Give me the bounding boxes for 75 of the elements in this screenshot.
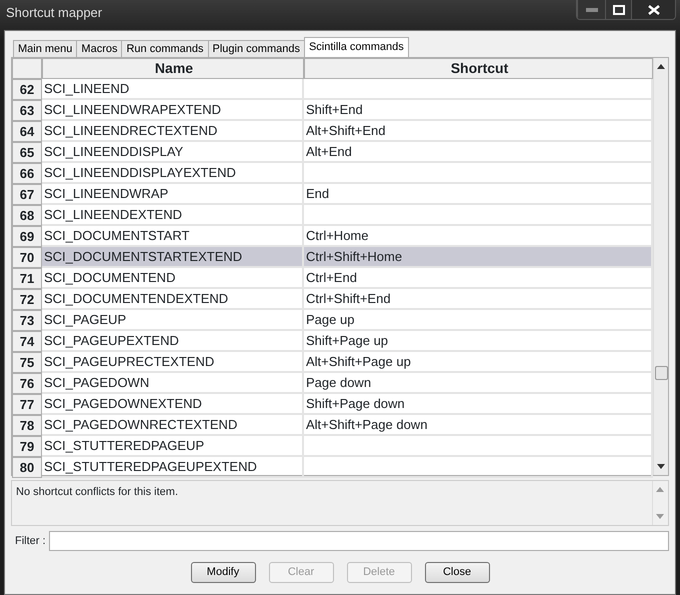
- empty-shortcut-cell[interactable]: [304, 205, 653, 226]
- tab[interactable]: Scintilla commands: [304, 37, 409, 57]
- conflicts-message: No shortcut conflicts for this item.: [15, 485, 179, 500]
- scroll-down-icon[interactable]: [657, 464, 665, 469]
- scrollbar[interactable]: [653, 58, 668, 475]
- row-number: 79: [12, 436, 42, 457]
- command-name[interactable]: SCI_DOCUMENTEND: [42, 268, 304, 289]
- tab[interactable]: Plugin commands: [208, 40, 305, 57]
- tab[interactable]: Run commands: [121, 40, 209, 57]
- shortcut-cell[interactable]: Alt+End: [304, 142, 653, 163]
- command-name[interactable]: SCI_STUTTEREDPAGEUP: [42, 436, 304, 457]
- row-number: 69: [12, 226, 42, 247]
- close-icon[interactable]: [631, 0, 675, 19]
- command-name[interactable]: SCI_PAGEUPRECTEXTEND: [42, 352, 304, 373]
- shortcut-cell[interactable]: Alt+Shift+End: [304, 121, 653, 142]
- tab[interactable]: Main menu: [13, 40, 78, 57]
- shortcut-cell[interactable]: Page up: [304, 310, 653, 331]
- dialog-button[interactable]: Close: [424, 562, 490, 583]
- window-title: Shortcut mapper: [5, 4, 104, 22]
- row-number: 80: [12, 457, 42, 478]
- row-number: 78: [12, 415, 42, 436]
- empty-shortcut-cell[interactable]: [304, 163, 653, 184]
- row-number: 71: [12, 268, 42, 289]
- command-name[interactable]: SCI_PAGEDOWN: [42, 373, 304, 394]
- row-number: 65: [12, 142, 42, 163]
- row-number: 62: [12, 79, 42, 100]
- command-name[interactable]: SCI_PAGEDOWNRECTEXTEND: [42, 415, 304, 436]
- row-number: 63: [12, 100, 42, 121]
- row-number: 76: [12, 373, 42, 394]
- shortcut-cell[interactable]: Alt+Shift+Page up: [304, 352, 653, 373]
- command-name[interactable]: SCI_LINEENDDISPLAYEXTEND: [42, 163, 304, 184]
- row-number: 75: [12, 352, 42, 373]
- shortcut-cell[interactable]: Ctrl+Shift+End: [304, 289, 653, 310]
- scroll-thumb[interactable]: [655, 366, 668, 380]
- command-name[interactable]: SCI_DOCUMENTENDEXTEND: [42, 289, 304, 310]
- filter-field[interactable]: [48, 531, 669, 551]
- row-number: 68: [12, 205, 42, 226]
- empty-shortcut-cell[interactable]: [304, 79, 653, 100]
- command-name[interactable]: SCI_LINEENDDISPLAY: [42, 142, 304, 163]
- shortcut-cell[interactable]: Page down: [304, 373, 653, 394]
- shortcut-cell[interactable]: End: [304, 184, 653, 205]
- empty-shortcut-cell[interactable]: [304, 457, 653, 478]
- row-number: 73: [12, 310, 42, 331]
- row-number: 67: [12, 184, 42, 205]
- tab[interactable]: Macros: [76, 40, 122, 57]
- shortcut-cell[interactable]: Shift+Page down: [304, 394, 653, 415]
- command-name[interactable]: SCI_PAGEUPEXTEND: [42, 331, 304, 352]
- command-name[interactable]: SCI_LINEENDWRAP: [42, 184, 304, 205]
- command-name[interactable]: SCI_DOCUMENTSTARTEXTEND: [42, 247, 304, 268]
- command-name[interactable]: SCI_LINEENDRECTEXTEND: [42, 121, 304, 142]
- shortcut-cell[interactable]: Ctrl+End: [304, 268, 653, 289]
- row-number: 66: [12, 163, 42, 184]
- command-name[interactable]: SCI_STUTTEREDPAGEUPEXTEND: [42, 457, 304, 478]
- empty-shortcut-cell[interactable]: [304, 436, 653, 457]
- row-number: 64: [12, 121, 42, 142]
- shortcut-cell[interactable]: Shift+End: [304, 100, 653, 121]
- row-number: 74: [12, 331, 42, 352]
- row-number: 72: [12, 289, 42, 310]
- shortcut-cell[interactable]: Alt+Shift+Page down: [304, 415, 653, 436]
- minimize-icon[interactable]: [577, 0, 605, 19]
- command-name[interactable]: SCI_LINEENDEXTEND: [42, 205, 304, 226]
- command-name[interactable]: SCI_LINEENDWRAPEXTEND: [42, 100, 304, 121]
- row-number: 70: [12, 247, 42, 268]
- command-name[interactable]: SCI_PAGEDOWNEXTEND: [42, 394, 304, 415]
- scroll-up-icon[interactable]: [657, 64, 665, 69]
- dialog-button[interactable]: Modify: [190, 562, 256, 583]
- command-name[interactable]: SCI_PAGEUP: [42, 310, 304, 331]
- shortcut-cell[interactable]: Shift+Page up: [304, 331, 653, 352]
- column-header[interactable]: Name: [42, 58, 304, 79]
- command-name[interactable]: SCI_LINEEND: [42, 79, 304, 100]
- filter-label: Filter :: [15, 534, 46, 549]
- shortcut-cell[interactable]: Ctrl+Shift+Home: [304, 247, 653, 268]
- row-number: 77: [12, 394, 42, 415]
- maximize-icon[interactable]: [605, 0, 631, 19]
- column-header[interactable]: Shortcut: [304, 58, 653, 79]
